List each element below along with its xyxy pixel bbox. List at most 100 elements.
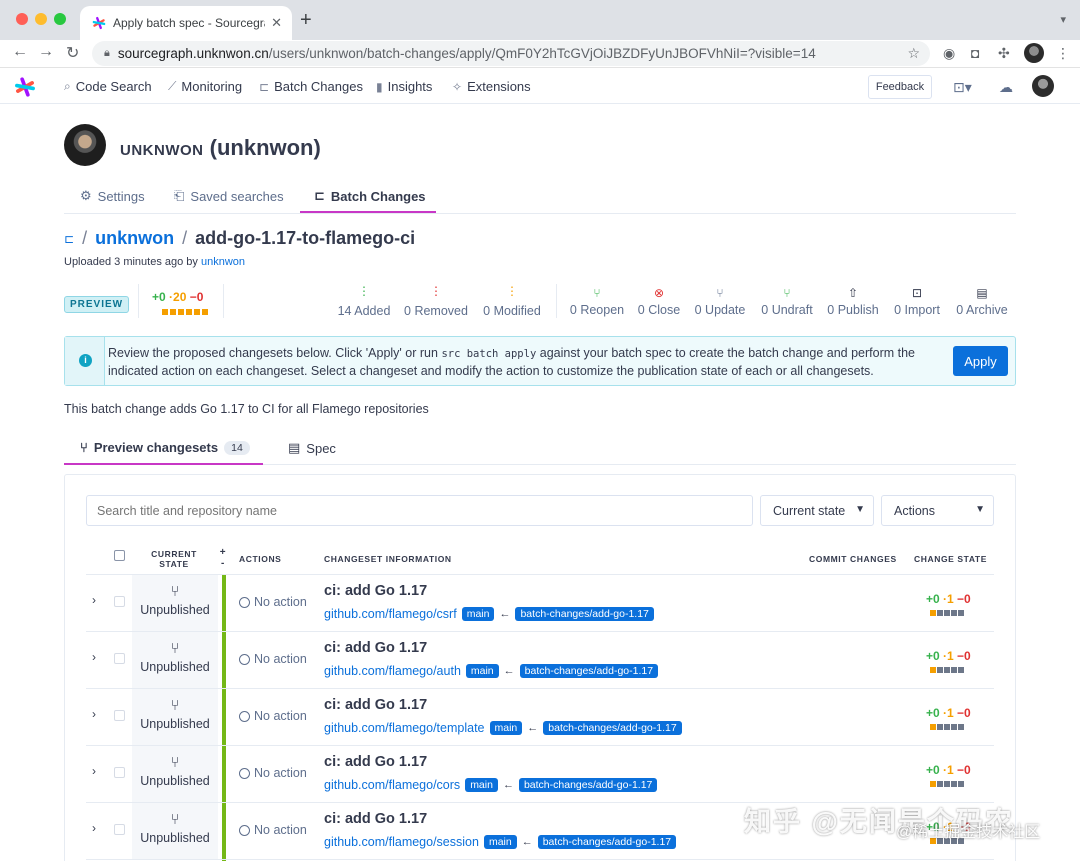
close-icon: ⊗ <box>653 286 665 300</box>
nav-monitoring[interactable]: ⟋ Monitoring <box>168 79 242 94</box>
diff-deleted: −0 <box>957 592 971 606</box>
search-input[interactable] <box>86 495 753 526</box>
diff-deleted: −0 <box>957 706 971 720</box>
changeset-title: ci: add Go 1.17 <box>324 754 428 770</box>
head-branch-badge: batch-changes/add-go-1.17 <box>518 778 658 792</box>
branch-icon: ⑂ <box>80 440 88 455</box>
repo-link[interactable]: github.com/flamego/csrf <box>324 607 457 621</box>
actions-select[interactable]: Actions ▼ <box>881 495 994 526</box>
info-alert: i Review the proposed changesets below. … <box>64 336 1016 386</box>
header-actions: ACTIONS <box>239 554 282 564</box>
sourcegraph-logo-icon[interactable] <box>14 76 36 98</box>
row-checkbox[interactable] <box>114 596 125 607</box>
state-cell: ⑂ Unpublished <box>132 803 218 859</box>
tab-batch-changes[interactable]: ⊏ Batch Changes <box>314 188 426 204</box>
tab-label: Preview changesets <box>93 440 219 455</box>
browser-menu-icon[interactable]: ⋮ <box>1056 45 1070 62</box>
repo-link[interactable]: github.com/flamego/session <box>324 835 479 849</box>
browser-tab[interactable]: Apply batch spec - Sourcegraph ✕ <box>80 6 292 40</box>
changesets-count-badge: 14 <box>224 440 250 455</box>
extension-icon[interactable]: ◉ <box>943 45 955 62</box>
browser-tab-bar: Apply batch spec - Sourcegraph ✕ + ▾ <box>0 0 1080 40</box>
window-maximize-button[interactable] <box>54 13 66 25</box>
nav-extensions[interactable]: ✧ Extensions <box>452 79 531 94</box>
diff-added: +0 <box>926 706 940 720</box>
action-label: No action <box>254 823 307 837</box>
undraft-icon: ⑂ <box>783 286 791 300</box>
diff-bar <box>162 309 208 315</box>
bookmark-star-icon[interactable]: ☆ <box>907 45 920 62</box>
namespace-link[interactable]: unknwon <box>95 228 174 249</box>
puzzle-icon[interactable]: ✣ <box>998 45 1010 62</box>
cloud-status-icon[interactable]: ☁ <box>999 79 1013 96</box>
diff-added: +0 <box>926 592 940 606</box>
stat-added: ⋮ 14 Added <box>332 284 396 318</box>
nav-label: Insights <box>387 79 433 94</box>
nav-insights[interactable]: ▮ Insights <box>376 79 432 94</box>
head-branch-badge: batch-changes/add-go-1.17 <box>543 721 682 735</box>
window-minimize-button[interactable] <box>35 13 47 25</box>
added-icon: ⋮ <box>358 284 370 298</box>
forward-arrow-icon[interactable]: → <box>38 43 54 61</box>
nav-code-search[interactable]: ⌕ Code Search <box>64 79 152 94</box>
no-action-icon <box>239 710 250 722</box>
tab-preview-changesets[interactable]: ⑂ Preview changesets 14 <box>80 440 250 455</box>
new-tab-icon[interactable]: + <box>300 9 312 32</box>
table-row: › ⑂ Unpublished No action ci: add Go 1.1… <box>86 746 994 803</box>
pocket-icon[interactable]: ◘ <box>971 45 979 61</box>
expand-chevron-icon[interactable]: › <box>92 764 96 778</box>
divider <box>556 284 557 318</box>
browser-profile-avatar[interactable] <box>1024 43 1044 63</box>
address-bar[interactable]: 🔒︎ sourcegraph.unknwon.cn/users/unknwon/… <box>92 41 930 66</box>
reload-icon[interactable]: ↻ <box>66 43 79 63</box>
tab-saved-searches[interactable]: ⎗ Saved searches <box>174 188 284 204</box>
browser-toolbar: ← → ↻ 🔒︎ sourcegraph.unknwon.cn/users/un… <box>0 40 1080 68</box>
select-all-checkbox[interactable] <box>114 550 125 561</box>
sourcegraph-navbar: ⌕ Code Search ⟋ Monitoring ⊏ Batch Chang… <box>0 69 1080 104</box>
active-tab-underline <box>64 463 263 465</box>
user-area-tabs: ⚙ Settings ⎗ Saved searches ⊏ Batch Chan… <box>64 180 1016 214</box>
tab-settings[interactable]: ⚙ Settings <box>80 188 145 204</box>
expand-chevron-icon[interactable]: › <box>92 650 96 664</box>
row-checkbox[interactable] <box>114 767 125 778</box>
row-action: No action <box>239 595 307 609</box>
arrow-left-icon: ← <box>521 836 533 848</box>
feedback-button[interactable]: Feedback <box>868 75 932 99</box>
display-name: unknwon <box>120 135 204 160</box>
stat-label: 0 Import <box>894 303 940 317</box>
changeset-title: ci: add Go 1.17 <box>324 697 428 713</box>
no-action-icon <box>239 767 250 779</box>
repo-link[interactable]: github.com/flamego/template <box>324 721 485 735</box>
base-branch-badge: main <box>483 835 517 849</box>
apply-button[interactable]: Apply <box>953 346 1008 376</box>
tab-spec[interactable]: ▤ Spec <box>288 440 336 456</box>
row-checkbox[interactable] <box>114 653 125 664</box>
terminal-dropdown-icon[interactable]: ⊡▾ <box>953 79 972 96</box>
change-state-diff: +0 ·1 −0 <box>926 706 971 720</box>
unpublished-branch-icon: ⑂ <box>170 697 180 714</box>
window-close-button[interactable] <box>16 13 28 25</box>
tab-search-chevron-icon[interactable]: ▾ <box>1060 13 1066 26</box>
arrow-left-icon: ← <box>499 608 511 620</box>
changeset-title: ci: add Go 1.17 <box>324 811 428 827</box>
unpublished-branch-icon: ⑂ <box>170 583 180 600</box>
head-branch-badge: batch-changes/add-go-1.17 <box>537 835 677 849</box>
uploader-link[interactable]: unknwon <box>201 256 245 268</box>
header-plus-minus: + - <box>219 547 227 569</box>
tab-label: Spec <box>306 440 336 456</box>
expand-chevron-icon[interactable]: › <box>92 707 96 721</box>
expand-chevron-icon[interactable]: › <box>92 821 96 835</box>
row-checkbox[interactable] <box>114 710 125 721</box>
state-label: Unpublished <box>140 660 210 674</box>
row-checkbox[interactable] <box>114 824 125 835</box>
state-label: Unpublished <box>140 603 210 617</box>
back-arrow-icon[interactable]: ← <box>12 43 28 61</box>
repo-link[interactable]: github.com/flamego/cors <box>324 778 460 792</box>
user-menu-avatar[interactable] <box>1032 75 1054 97</box>
tab-close-icon[interactable]: ✕ <box>271 15 282 31</box>
nav-batch-changes[interactable]: ⊏ Batch Changes <box>259 79 363 94</box>
repo-link[interactable]: github.com/flamego/auth <box>324 664 461 678</box>
stat-publish: ⇧ 0 Publish <box>824 286 882 317</box>
state-select[interactable]: Current state ▼ <box>760 495 874 526</box>
expand-chevron-icon[interactable]: › <box>92 593 96 607</box>
